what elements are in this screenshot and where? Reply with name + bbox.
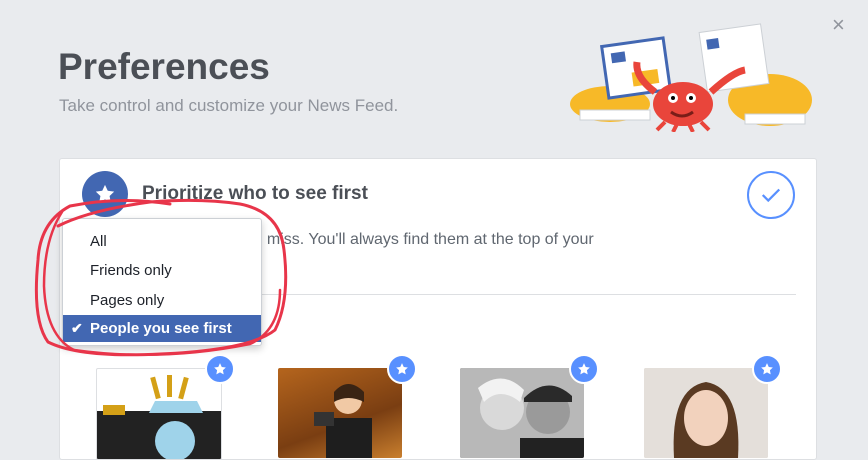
camera-logo-image <box>97 375 221 459</box>
selected-check-icon: ✔ <box>71 320 83 336</box>
see-first-star-icon <box>569 354 599 384</box>
see-first-star-icon <box>387 354 417 384</box>
menu-item-people-you-see-first[interactable]: ✔ People you see first <box>63 315 261 342</box>
filter-dropdown-menu[interactable]: All Friends only Pages only ✔ People you… <box>62 218 262 346</box>
crab-illustration <box>570 23 812 132</box>
star-badge <box>82 171 128 217</box>
see-first-star-icon <box>752 354 782 384</box>
profile-thumbnail[interactable] <box>96 368 222 460</box>
page-title: Preferences <box>58 46 270 87</box>
close-button[interactable]: × <box>832 14 845 36</box>
checkmark-icon <box>761 188 781 203</box>
page-subtitle: Take control and customize your News Fee… <box>59 96 399 115</box>
menu-item-all[interactable]: All <box>63 228 261 255</box>
done-button[interactable] <box>747 171 795 219</box>
card-title: Prioritize who to see first <box>142 183 368 204</box>
menu-item-pages-only[interactable]: Pages only <box>63 287 261 314</box>
menu-item-friends-only[interactable]: Friends only <box>63 257 261 284</box>
star-icon <box>95 184 115 203</box>
see-first-star-icon <box>205 354 235 384</box>
